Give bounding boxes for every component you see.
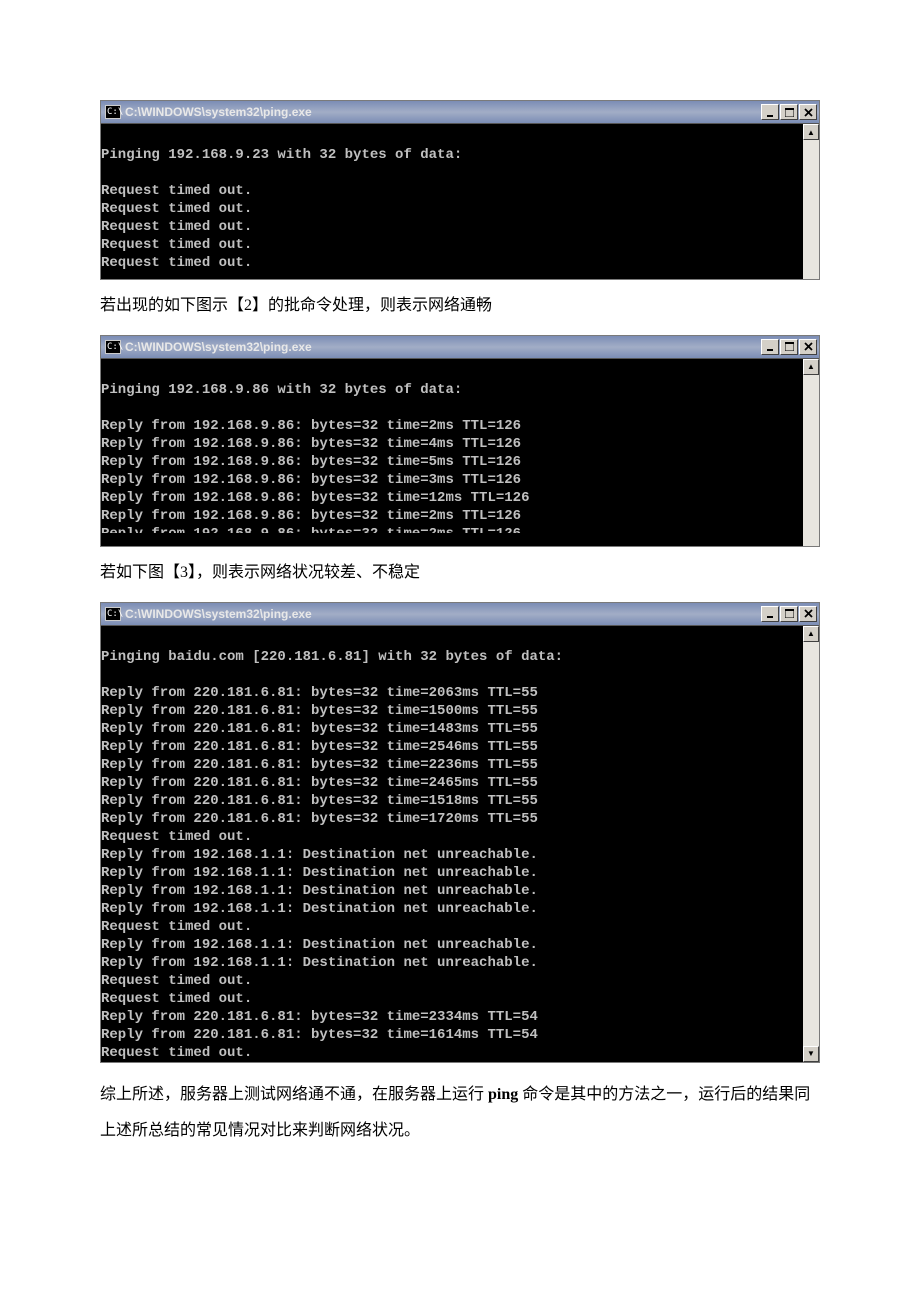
scroll-track[interactable] [803,375,819,547]
window-title: C:\WINDOWS\system32\ping.exe [125,105,761,119]
close-button[interactable] [799,606,817,622]
scrollbar[interactable]: ▲ [803,359,819,547]
titlebar[interactable]: C:\ C:\WINDOWS\system32\ping.exe [101,336,819,359]
summary-text-pre: 综上所述，服务器上测试网络通不通，在服务器上运行 [100,1086,488,1103]
cmd-icon: C:\ [105,105,121,119]
caption-2: 若出现的如下图示【2】的批命令处理，则表示网络通畅 [100,288,820,325]
cmd-icon: C:\ [105,607,121,621]
cmd-icon: C:\ [105,340,121,354]
maximize-button[interactable] [780,606,798,622]
scrollbar[interactable]: ▲ [803,124,819,280]
cmd-window-2: C:\ C:\WINDOWS\system32\ping.exe Pinging… [100,335,820,547]
scroll-up-button[interactable]: ▲ [803,359,819,375]
scroll-down-button[interactable]: ▼ [803,1046,819,1062]
terminal-output: Pinging 192.168.9.86 with 32 bytes of da… [101,359,803,547]
minimize-button[interactable] [761,606,779,622]
summary-paragraph: 综上所述，服务器上测试网络通不通，在服务器上运行 ping 命令是其中的方法之一… [100,1077,820,1151]
maximize-button[interactable] [780,104,798,120]
ping-keyword: ping [488,1086,522,1103]
caption-3: 若如下图【3】，则表示网络状况较差、不稳定 [100,555,820,592]
scroll-track[interactable] [803,642,819,1046]
minimize-button[interactable] [761,104,779,120]
scroll-up-button[interactable]: ▲ [803,124,819,140]
close-button[interactable] [799,104,817,120]
scroll-track[interactable] [803,140,819,280]
terminal-output: Pinging 192.168.9.23 with 32 bytes of da… [101,124,803,280]
scroll-up-button[interactable]: ▲ [803,626,819,642]
terminal-output: Pinging baidu.com [220.181.6.81] with 32… [101,626,803,1062]
window-title: C:\WINDOWS\system32\ping.exe [125,340,761,354]
titlebar[interactable]: C:\ C:\WINDOWS\system32\ping.exe [101,101,819,124]
titlebar[interactable]: C:\ C:\WINDOWS\system32\ping.exe [101,603,819,626]
maximize-button[interactable] [780,339,798,355]
window-title: C:\WINDOWS\system32\ping.exe [125,607,761,621]
close-button[interactable] [799,339,817,355]
cmd-window-1: C:\ C:\WINDOWS\system32\ping.exe Pinging… [100,100,820,280]
minimize-button[interactable] [761,339,779,355]
scrollbar[interactable]: ▲ ▼ [803,626,819,1062]
cmd-window-3: C:\ C:\WINDOWS\system32\ping.exe Pinging… [100,602,820,1063]
